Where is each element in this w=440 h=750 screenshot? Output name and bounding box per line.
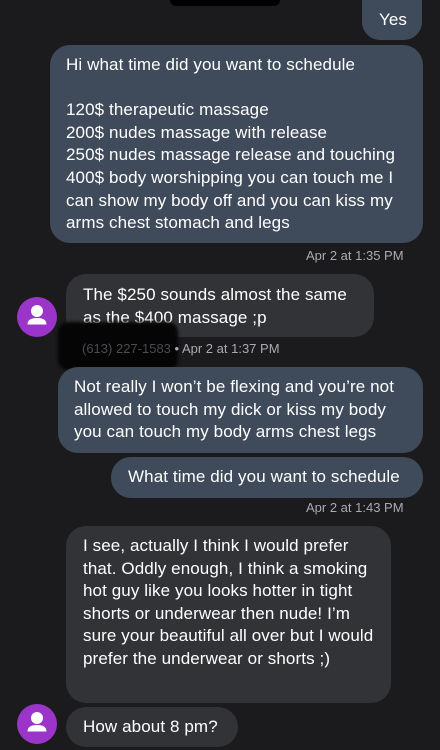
message-bubble-sent[interactable]: Hi what time did you want to schedule 12… xyxy=(50,45,423,243)
message-bubble-sent[interactable]: Not really I won’t be flexing and you’re… xyxy=(58,367,423,453)
message-bubble-received[interactable]: How about 8 pm? xyxy=(66,707,238,747)
message-timestamp: Apr 2 at 1:35 PM xyxy=(306,248,404,263)
message-bubble-sent[interactable]: Yes xyxy=(362,0,422,40)
contact-avatar[interactable] xyxy=(17,297,57,337)
message-timestamp: Apr 2 at 1:43 PM xyxy=(306,500,404,515)
message-timestamp: Apr 2 at 1:37 PM xyxy=(181,341,280,356)
message-bubble-sent[interactable]: What time did you want to schedule xyxy=(111,457,423,498)
sender-number: (613) 227-1583 xyxy=(82,341,171,356)
meta-separator: • xyxy=(170,341,182,356)
person-icon xyxy=(27,712,47,732)
person-icon xyxy=(27,305,47,325)
redaction-bar xyxy=(170,0,280,6)
message-bubble-received[interactable]: I see, actually I think I would prefer t… xyxy=(66,526,391,703)
message-sender-meta: (613) 227-1583 • Apr 2 at 1:37 PM xyxy=(82,341,280,356)
contact-avatar[interactable] xyxy=(17,704,57,744)
